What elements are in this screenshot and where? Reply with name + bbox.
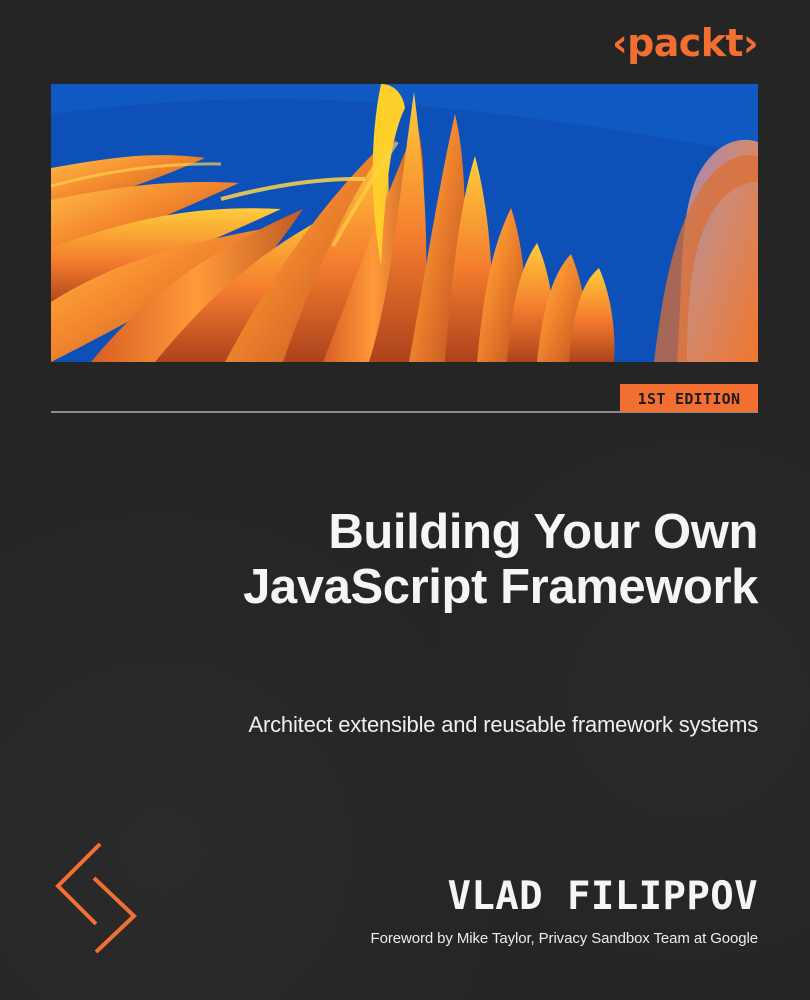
book-title: Building Your Own JavaScript Framework	[108, 505, 758, 616]
foreword-credit: Foreword by Mike Taylor, Privacy Sandbox…	[370, 930, 759, 947]
chevron-mark-icon	[52, 842, 140, 954]
book-title-line-2: JavaScript Framework	[243, 560, 758, 615]
book-cover: ‹packt› 1ST EDITION Building Your Own Ja…	[0, 0, 810, 1000]
chevron-mark-icon-svg	[55, 842, 137, 954]
book-title-line-1: Building Your Own	[328, 505, 758, 559]
cover-artwork	[51, 84, 758, 362]
author-name: VLAD FILIPPOV	[447, 874, 758, 919]
packt-logo: ‹packt›	[612, 21, 759, 65]
edition-badge: 1ST EDITION	[620, 384, 758, 412]
abstract-orange-shapes	[51, 84, 758, 362]
book-subtitle: Architect extensible and reusable framew…	[248, 712, 759, 737]
